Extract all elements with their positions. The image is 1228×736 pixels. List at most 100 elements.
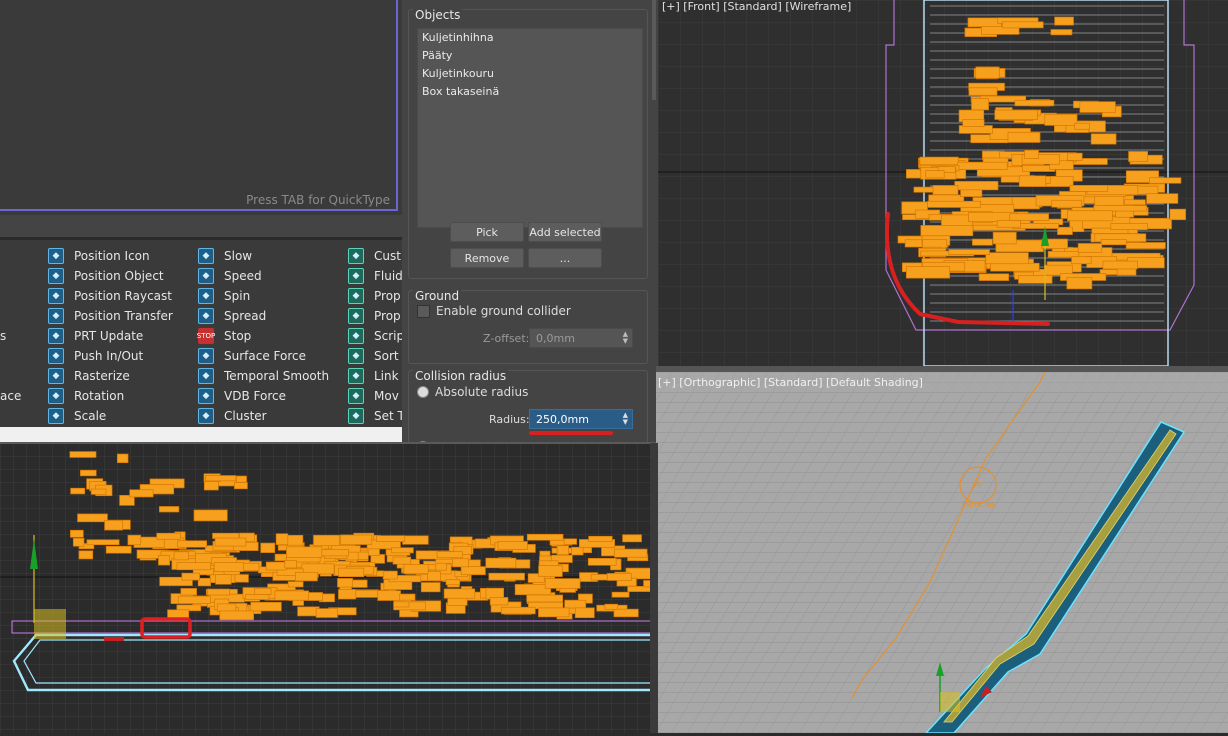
depot-item-label: Sort (374, 349, 399, 363)
particle-glyph (919, 156, 959, 166)
depot-item-label: Cust (374, 249, 401, 263)
depot-item[interactable]: ◆ Spin (198, 286, 329, 306)
depot-item[interactable]: ◆ Rasterize (48, 366, 173, 386)
particle-glyph (556, 545, 569, 556)
move-icon: ◆ (348, 388, 364, 404)
front-viewport[interactable]: [+] [Front] [Standard] [Wireframe] (658, 0, 1228, 367)
depot-item[interactable]: ◆ Position Raycast (48, 286, 173, 306)
depot-column-2: ◆ Slow ◆ Speed ◆ Spin ◆ Spread STOP Stop ◆ Surface … (197, 246, 329, 426)
particle-glyph (193, 509, 228, 522)
particle-glyph (564, 599, 587, 609)
rollout-scrollbar[interactable] (652, 0, 656, 100)
particle-flow-editor[interactable]: Press TAB for QuickType (0, 0, 402, 215)
depot-item[interactable]: ◆ Position Icon (48, 246, 173, 266)
depot-item[interactable]: ◆ Spread (198, 306, 329, 326)
slow-icon: ◆ (198, 248, 214, 264)
depot-column-3: ◆ Cust ◆ Fluid ◆ Prop ◆ Prop ◆ Scrip ◆ Sort ◆ Link ◆ Mo… (348, 246, 405, 426)
enable-ground-row: Enable ground collider (417, 304, 571, 318)
radius-spinner[interactable]: 250,0mm ▲ ▼ (529, 409, 633, 429)
front-viewport-scene (658, 0, 1228, 367)
orthographic-viewport-label[interactable]: [+] [Orthographic] [Standard] [Default S… (658, 376, 923, 389)
vdb-force-icon: ◆ (198, 388, 214, 404)
particle-glyph (905, 266, 951, 279)
depot-item[interactable]: STOP Stop (197, 326, 329, 346)
spinner-arrows-icon[interactable]: ▲ ▼ (623, 331, 628, 345)
depot-item[interactable]: ◆ Slow (198, 246, 329, 266)
depot-item[interactable]: ◆ Link (348, 366, 405, 386)
absolute-radius-label: Absolute radius (435, 385, 529, 399)
particle-glyph (104, 520, 123, 531)
pick-button[interactable]: Pick (450, 222, 524, 242)
particle-glyph (420, 582, 441, 593)
enable-ground-checkbox[interactable] (417, 304, 430, 318)
front-viewport-label[interactable]: [+] [Front] [Standard] [Wireframe] (662, 0, 851, 13)
speed-icon: ◆ (198, 268, 214, 284)
particle-glyph (622, 534, 642, 543)
particle-glyph (313, 534, 340, 547)
left-viewport[interactable] (0, 443, 657, 733)
depot-item-label: Rasterize (74, 369, 130, 383)
depot-item[interactable]: ◆ Prop (348, 286, 405, 306)
particle-glyph (1148, 177, 1182, 184)
depot-item[interactable]: ◆ Position Object (48, 266, 173, 286)
editor-divider (0, 215, 402, 237)
depot-item-label: Prop (374, 289, 401, 303)
custom-icon: ◆ (348, 248, 364, 264)
depot-item[interactable]: ◆ Temporal Smooth (198, 366, 329, 386)
depot-item[interactable]: ◆ Position Transfer (48, 306, 173, 326)
depot-item[interactable]: ◆ PRT Update (48, 326, 173, 346)
particle-glyph (284, 560, 297, 569)
operator-depot: s ace ◆ Position Icon ◆ Position Object ◆ Pos… (0, 237, 405, 430)
depot-item-label: Position Icon (74, 249, 150, 263)
particle-glyph (265, 561, 287, 571)
depot-item[interactable]: ◆ Prop (348, 306, 405, 326)
particle-glyph (489, 597, 509, 606)
property-icon: ◆ (348, 288, 364, 304)
depot-item[interactable]: ◆ Cluster (198, 406, 329, 426)
particle-glyph (274, 590, 309, 601)
particle-glyph (181, 572, 200, 581)
spinner-arrows-icon[interactable]: ▲ ▼ (623, 412, 628, 426)
orthographic-viewport[interactable]: PF [+] [Orthographic] [Standard] [Defaul… (656, 285, 1228, 734)
depot-item-label: Stop (224, 329, 252, 343)
depot-item[interactable]: ◆ Sort (348, 346, 405, 366)
depot-item[interactable]: ◆ Fluid (348, 266, 405, 286)
depot-item-label: Fluid (374, 269, 403, 283)
add-selected-button[interactable]: Add selected (528, 222, 602, 242)
particle-glyph (338, 567, 365, 578)
depot-item[interactable]: ◆ VDB Force (198, 386, 329, 406)
particle-glyph (78, 550, 94, 560)
pf-icon-label: Particles (962, 500, 996, 509)
depot-item[interactable]: ◆ Scrip (348, 326, 405, 346)
depot-item[interactable]: ◆ Mov (348, 386, 405, 406)
list-item[interactable]: Pääty (418, 47, 642, 65)
particle-glyph (587, 557, 617, 566)
depot-item[interactable]: ace (0, 386, 21, 406)
particle-glyph (215, 574, 232, 585)
remove-button[interactable]: Remove (450, 248, 524, 268)
depot-item[interactable]: s (0, 326, 21, 346)
depot-item[interactable]: ◆ Cust (348, 246, 405, 266)
list-item[interactable]: Kuljetinkouru (418, 65, 642, 83)
list-item[interactable]: Kuljetinhihna (418, 29, 642, 47)
radius-label: Radius: (489, 413, 530, 426)
left-viewport-scene (0, 443, 657, 733)
absolute-radius-radio[interactable] (417, 386, 429, 398)
property-icon: ◆ (348, 308, 364, 324)
particle-glyph (205, 475, 237, 482)
collision-radius-group: Collision radius Absolute radius Radius:… (408, 369, 648, 453)
depot-column-0: s ace (0, 326, 21, 406)
depot-item[interactable]: ◆ Rotation (48, 386, 173, 406)
particle-glyph (967, 17, 1002, 28)
list-item[interactable]: Box takaseinä (418, 83, 642, 101)
depot-item[interactable]: ◆ Set T (348, 406, 405, 426)
particle-glyph (957, 161, 1008, 170)
zoffset-spinner[interactable]: 0,0mm ▲ ▼ (529, 328, 633, 348)
depot-item[interactable]: ◆ Surface Force (198, 346, 329, 366)
depot-item[interactable]: ◆ Scale (48, 406, 173, 426)
more-button[interactable]: ... (528, 248, 602, 268)
depot-item[interactable]: ◆ Speed (198, 266, 329, 286)
depot-item-label: Spin (224, 289, 251, 303)
depot-item[interactable]: ◆ Push In/Out (48, 346, 173, 366)
objects-list[interactable]: Kuljetinhihna Pääty Kuljetinkouru Box ta… (417, 28, 643, 228)
